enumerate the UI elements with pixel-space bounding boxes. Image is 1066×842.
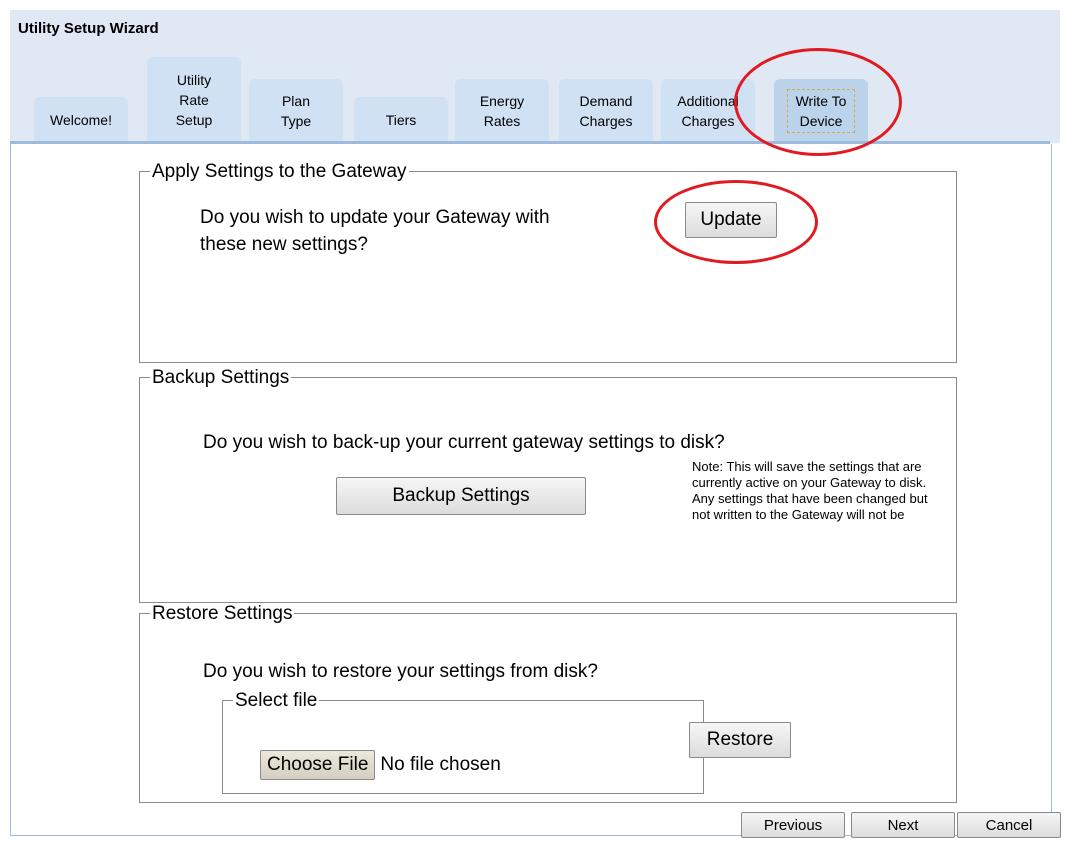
tab-demand-charges[interactable]: Demand Charges	[559, 79, 653, 143]
tab-tiers-label: Tiers	[385, 112, 417, 128]
restore-settings-legend: Restore Settings	[150, 603, 295, 625]
tab-energy-rates-label: Energy Rates	[479, 93, 525, 129]
update-button[interactable]: Update	[685, 202, 777, 238]
tab-additional-charges[interactable]: Additional Charges	[661, 79, 755, 143]
file-picker: Choose File No file chosen	[260, 750, 501, 780]
apply-settings-group: Apply Settings to the Gateway Do you wis…	[139, 161, 957, 363]
restore-settings-group: Restore Settings Do you wish to restore …	[139, 603, 957, 803]
tab-plan-type[interactable]: Plan Type	[249, 79, 343, 143]
backup-settings-legend: Backup Settings	[150, 367, 292, 389]
tab-welcome[interactable]: Welcome!	[34, 97, 128, 143]
tab-demand-charges-label: Demand Charges	[579, 93, 633, 129]
restore-settings-question: Do you wish to restore your settings fro…	[203, 661, 598, 682]
tab-energy-rates[interactable]: Energy Rates	[455, 79, 549, 143]
choose-file-button[interactable]: Choose File	[260, 750, 376, 780]
wizard-tab-strip: Welcome! Utility Rate Setup Plan Type Ti…	[10, 47, 1060, 143]
tab-plan-type-label: Plan Type	[280, 93, 312, 129]
backup-settings-button[interactable]: Backup Settings	[336, 477, 586, 515]
tab-write-to-device[interactable]: Write To Device	[774, 79, 868, 143]
backup-settings-group: Backup Settings Do you wish to back-up y…	[139, 367, 957, 603]
tab-write-to-device-label: Write To Device	[786, 89, 856, 133]
tab-additional-charges-label: Additional Charges	[677, 93, 739, 129]
file-status-text: No file chosen	[380, 754, 501, 775]
next-button[interactable]: Next	[851, 812, 955, 838]
previous-button[interactable]: Previous	[741, 812, 845, 838]
tab-welcome-label: Welcome!	[50, 112, 112, 128]
cancel-button[interactable]: Cancel	[957, 812, 1061, 838]
backup-settings-question: Do you wish to back-up your current gate…	[203, 432, 725, 453]
wizard-content-panel: Apply Settings to the Gateway Do you wis…	[10, 144, 1061, 838]
tab-utility-rate-setup-label: Utility Rate Setup	[175, 72, 213, 128]
tab-utility-rate-setup[interactable]: Utility Rate Setup	[147, 57, 241, 143]
apply-settings-question: Do you wish to update your Gateway with …	[200, 207, 550, 255]
backup-note: Note: This will save the settings that a…	[692, 459, 928, 522]
wizard-title-bar: Utility Setup Wizard	[10, 10, 1060, 47]
select-file-legend: Select file	[233, 690, 320, 712]
apply-settings-legend: Apply Settings to the Gateway	[150, 161, 409, 183]
restore-button[interactable]: Restore	[689, 722, 791, 758]
tab-tiers[interactable]: Tiers	[354, 97, 448, 143]
select-file-group: Select file Choose File No file chosen	[222, 690, 704, 794]
wizard-title: Utility Setup Wizard	[18, 20, 159, 37]
